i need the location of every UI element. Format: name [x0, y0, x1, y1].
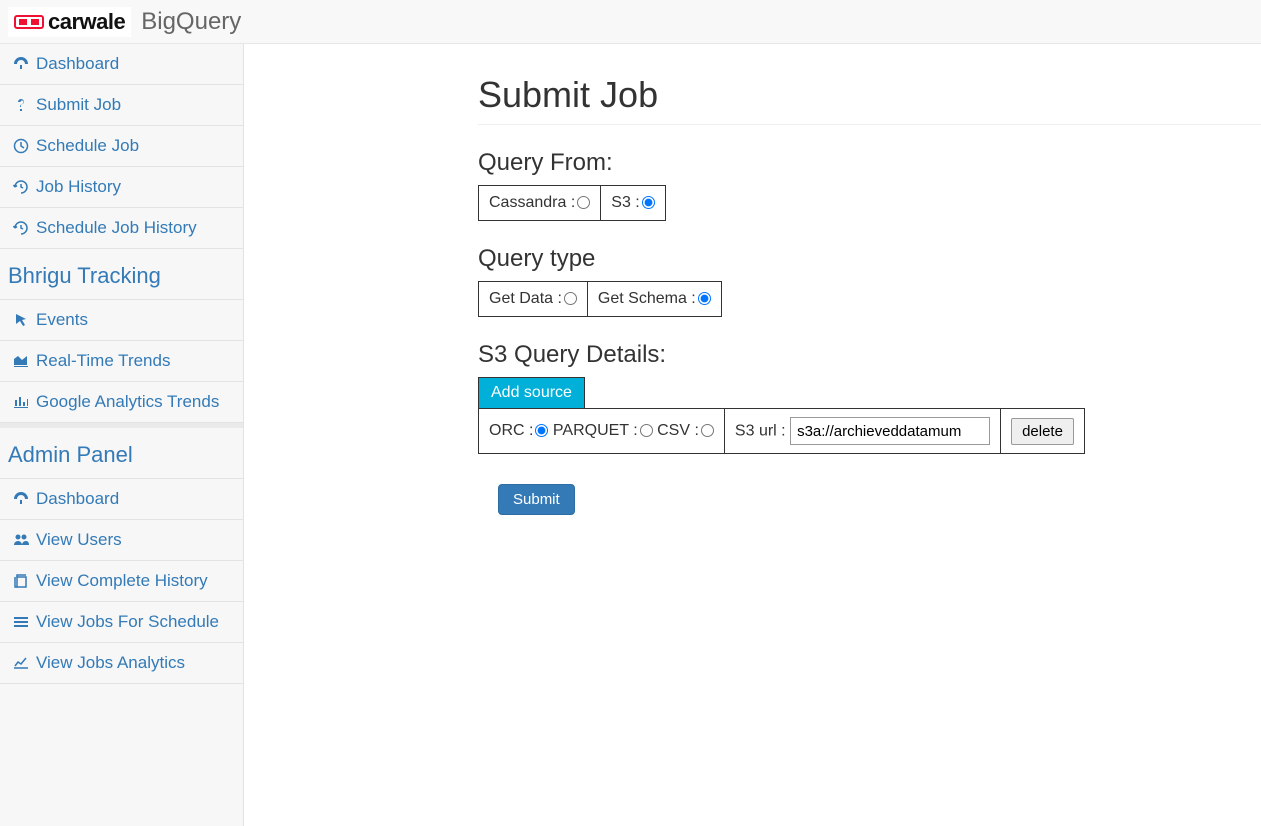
format-label-2: CSV : — [657, 422, 699, 439]
pointer-icon — [12, 312, 30, 328]
dashboard-icon — [12, 56, 30, 72]
nav-label: View Jobs Analytics — [36, 653, 185, 673]
question-icon — [12, 97, 30, 113]
carwale-icon — [14, 13, 44, 31]
nav-label: Real-Time Trends — [36, 351, 170, 371]
format-label-1: PARQUET : — [553, 422, 638, 439]
list-icon — [12, 614, 30, 630]
history-icon — [12, 179, 30, 195]
topbar: carwale BigQuery — [0, 0, 1261, 44]
s3-source-table: ORC : PARQUET : CSV : S3 url : delete — [478, 408, 1085, 454]
sidebar-tracking-item-2[interactable]: Google Analytics Trends — [0, 382, 243, 423]
app-title: BigQuery — [141, 8, 241, 36]
copy-icon — [12, 573, 30, 589]
query-from-options: Cassandra : S3 : — [478, 185, 666, 221]
delete-button[interactable]: delete — [1011, 418, 1074, 445]
format-label-0: ORC : — [489, 422, 533, 439]
sidebar-main-item-3[interactable]: Job History — [0, 167, 243, 208]
nav-label: Dashboard — [36, 54, 119, 74]
format-radio-0[interactable] — [535, 424, 548, 437]
nav-label: Job History — [36, 177, 121, 197]
sidebar: Dashboard Submit Job Schedule Job Job Histo… — [0, 44, 244, 826]
logo[interactable]: carwale — [8, 7, 131, 37]
sidebar-main-item-4[interactable]: Schedule Job History — [0, 208, 243, 249]
s3-url-input[interactable] — [790, 417, 990, 445]
nav-label: View Complete History — [36, 571, 208, 591]
add-source-button[interactable]: Add source — [478, 377, 585, 408]
query-type-option-1: Get Schema : — [587, 282, 721, 317]
submit-button[interactable]: Submit — [498, 484, 575, 515]
s3-url-label: S3 url : — [735, 423, 790, 440]
sidebar-admin-item-1[interactable]: View Users — [0, 520, 243, 561]
sidebar-main-item-0[interactable]: Dashboard — [0, 44, 243, 85]
query-type-label: Query type — [478, 245, 1261, 273]
format-radio-1[interactable] — [640, 424, 653, 437]
option-label: S3 : — [611, 194, 639, 211]
query-from-label: Query From: — [478, 149, 1261, 177]
nav-label: View Users — [36, 530, 122, 550]
area-icon — [12, 353, 30, 369]
nav-label: Events — [36, 310, 88, 330]
sidebar-section-admin: Admin Panel — [0, 423, 243, 479]
query-from-radio-0[interactable] — [577, 196, 590, 209]
nav-label: Dashboard — [36, 489, 119, 509]
query-type-radio-0[interactable] — [564, 292, 577, 305]
sidebar-admin-item-3[interactable]: View Jobs For Schedule — [0, 602, 243, 643]
nav-label: Submit Job — [36, 95, 121, 115]
format-radio-2[interactable] — [701, 424, 714, 437]
sidebar-admin-item-0[interactable]: Dashboard — [0, 479, 243, 520]
logo-text: carwale — [48, 9, 125, 35]
option-label: Get Schema : — [598, 290, 696, 307]
nav-label: Schedule Job History — [36, 218, 197, 238]
clock-icon — [12, 138, 30, 154]
line-icon — [12, 655, 30, 671]
sidebar-admin-item-2[interactable]: View Complete History — [0, 561, 243, 602]
query-from-radio-1[interactable] — [642, 196, 655, 209]
main-content: Submit Job Query From: Cassandra : S3 : Q… — [244, 44, 1261, 826]
format-cell: ORC : PARQUET : CSV : — [479, 409, 725, 454]
s3-url-cell: S3 url : — [724, 409, 1000, 454]
nav-label: Google Analytics Trends — [36, 392, 219, 412]
sidebar-tracking-item-1[interactable]: Real-Time Trends — [0, 341, 243, 382]
nav-label: Schedule Job — [36, 136, 139, 156]
nav-label: View Jobs For Schedule — [36, 612, 219, 632]
query-type-option-0: Get Data : — [479, 282, 588, 317]
sidebar-main-item-2[interactable]: Schedule Job — [0, 126, 243, 167]
users-icon — [12, 532, 30, 548]
sidebar-tracking-item-0[interactable]: Events — [0, 300, 243, 341]
query-from-option-1: S3 : — [601, 186, 665, 221]
sidebar-main-item-1[interactable]: Submit Job — [0, 85, 243, 126]
sidebar-admin-item-4[interactable]: View Jobs Analytics — [0, 643, 243, 684]
bar-icon — [12, 394, 30, 410]
page-title: Submit Job — [478, 74, 1261, 125]
option-label: Cassandra : — [489, 194, 575, 211]
dashboard-icon — [12, 491, 30, 507]
s3-details-label: S3 Query Details: — [478, 341, 1261, 369]
query-type-radio-1[interactable] — [698, 292, 711, 305]
query-from-option-0: Cassandra : — [479, 186, 601, 221]
query-type-options: Get Data : Get Schema : — [478, 281, 722, 317]
option-label: Get Data : — [489, 290, 562, 307]
sidebar-section-tracking: Bhrigu Tracking — [0, 249, 243, 300]
history-icon — [12, 220, 30, 236]
